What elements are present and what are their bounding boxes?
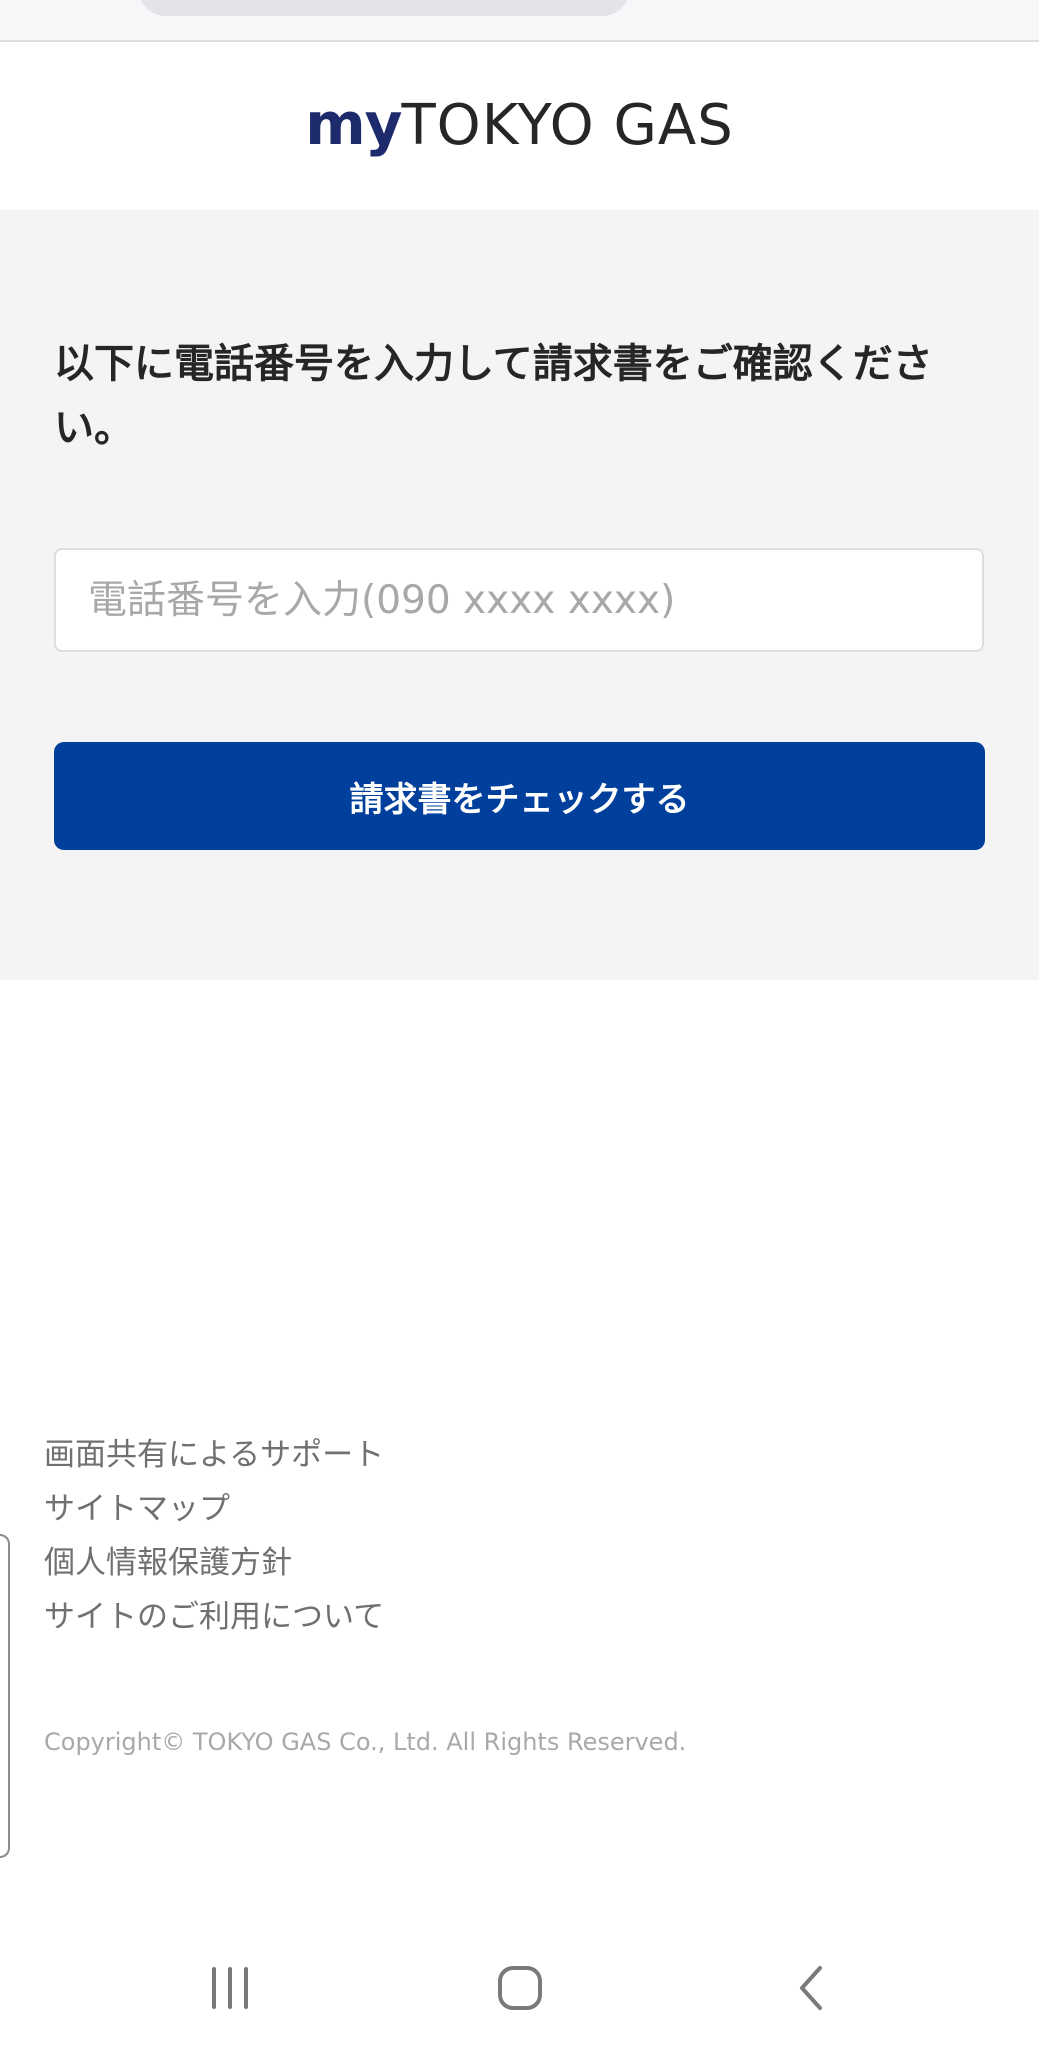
- sitemap-link[interactable]: サイトマップ: [44, 1491, 230, 1527]
- edge-panel-handle[interactable]: [0, 1534, 10, 1858]
- terms-of-use-link[interactable]: サイトのご利用について: [44, 1599, 384, 1635]
- check-invoice-button[interactable]: 請求書をチェックする: [54, 742, 985, 850]
- home-icon[interactable]: [480, 1958, 560, 2018]
- recent-apps-icon[interactable]: [190, 1958, 270, 2018]
- my-tokyo-gas-logo[interactable]: myTOKYO GAS: [0, 90, 1039, 158]
- logo-brand-text: TOKYO GAS: [401, 93, 734, 158]
- footer-link-item: 画面共有によるサポート: [44, 1428, 384, 1482]
- footer-link-item: 個人情報保護方針: [44, 1536, 384, 1590]
- footer-links: 画面共有によるサポート サイトマップ 個人情報保護方針 サイトのご利用について: [44, 1428, 384, 1644]
- privacy-policy-link[interactable]: 個人情報保護方針: [44, 1545, 292, 1581]
- phone-number-input[interactable]: [54, 548, 984, 652]
- footer-link-item: サイトマップ: [44, 1482, 384, 1536]
- address-bar[interactable]: [138, 0, 630, 16]
- copyright-text: Copyright© TOKYO GAS Co., Ltd. All Right…: [44, 1728, 687, 1756]
- back-icon[interactable]: [772, 1958, 852, 2018]
- screen-share-support-link[interactable]: 画面共有によるサポート: [44, 1437, 384, 1473]
- system-nav-bar: [0, 1918, 1039, 2048]
- site-header: myTOKYO GAS: [0, 42, 1039, 210]
- instruction-text: 以下に電話番号を入力して請求書をご確認ください。: [54, 341, 933, 451]
- footer-link-item: サイトのご利用について: [44, 1590, 384, 1644]
- logo-my-text: my: [305, 90, 402, 158]
- phone-entry-panel: 以下に電話番号を入力して請求書をご確認ください。 請求書をチェックする: [0, 210, 1039, 980]
- browser-top-bar: [0, 0, 1039, 42]
